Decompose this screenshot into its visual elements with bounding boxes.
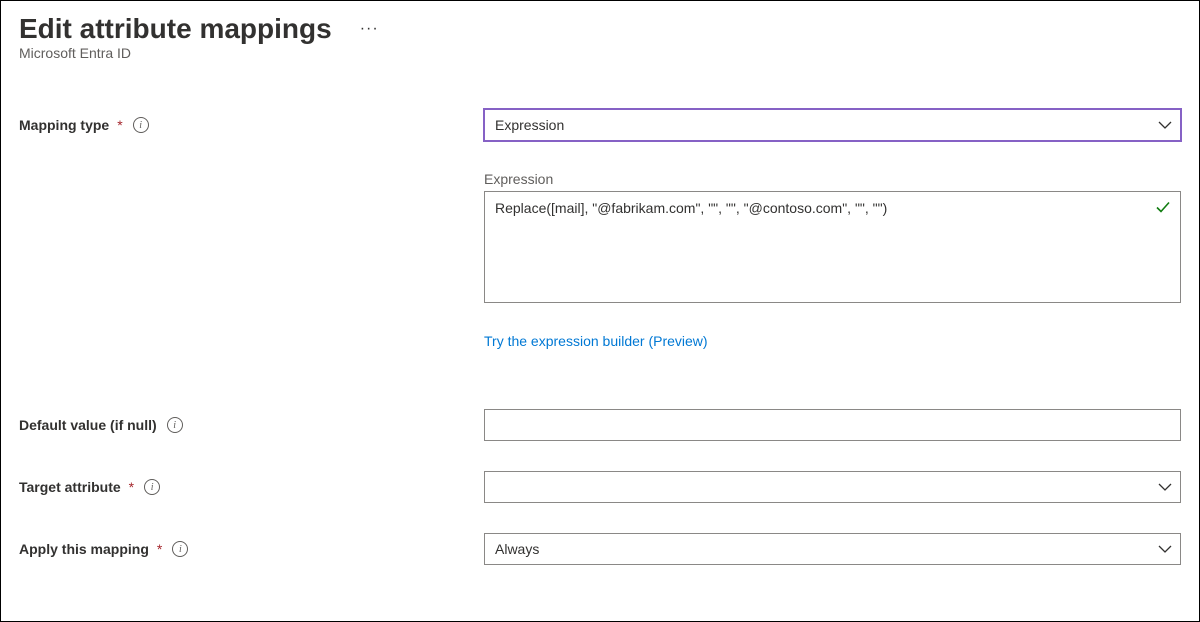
target-attribute-label: Target attribute [19, 479, 121, 495]
expression-textarea[interactable]: Replace([mail], "@fabrikam.com", "", "",… [484, 191, 1181, 303]
apply-mapping-select[interactable]: Always [484, 533, 1181, 565]
page-title: Edit attribute mappings [19, 13, 332, 45]
required-asterisk: * [129, 479, 134, 495]
expression-value: Replace([mail], "@fabrikam.com", "", "",… [495, 200, 887, 216]
check-icon [1155, 199, 1171, 220]
default-value-input[interactable] [484, 409, 1181, 441]
mapping-type-label: Mapping type [19, 117, 109, 133]
chevron-down-icon [1158, 480, 1172, 494]
mapping-type-select[interactable]: Expression [484, 109, 1181, 141]
more-actions-button[interactable]: ··· [352, 16, 387, 42]
chevron-down-icon [1158, 118, 1172, 132]
info-icon[interactable]: i [144, 479, 160, 495]
page-subtitle: Microsoft Entra ID [19, 45, 1181, 61]
info-icon[interactable]: i [133, 117, 149, 133]
apply-mapping-value: Always [495, 541, 539, 557]
required-asterisk: * [117, 117, 122, 133]
target-attribute-select[interactable] [484, 471, 1181, 503]
mapping-type-value: Expression [495, 117, 564, 133]
default-value-label: Default value (if null) [19, 417, 157, 433]
chevron-down-icon [1158, 542, 1172, 556]
expression-section-label: Expression [484, 171, 1181, 187]
apply-mapping-label: Apply this mapping [19, 541, 149, 557]
info-icon[interactable]: i [167, 417, 183, 433]
expression-builder-link[interactable]: Try the expression builder (Preview) [484, 333, 708, 349]
info-icon[interactable]: i [172, 541, 188, 557]
required-asterisk: * [157, 541, 162, 557]
